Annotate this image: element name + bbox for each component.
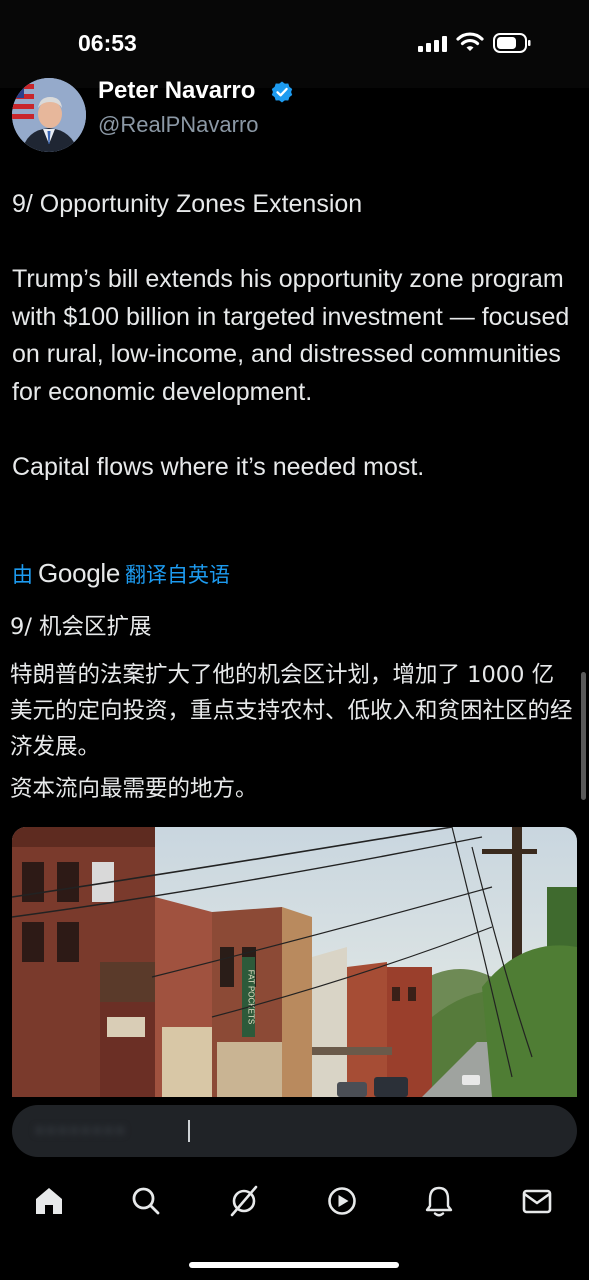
video-icon[interactable] (325, 1184, 359, 1218)
author-avatar[interactable] (12, 78, 86, 152)
post-text: 9/ Opportunity Zones Extension Trump’s b… (12, 186, 572, 486)
scroll-indicator[interactable] (581, 672, 586, 800)
text-caret (188, 1120, 190, 1142)
wifi-icon (456, 32, 484, 51)
battery-icon (493, 33, 531, 53)
home-icon[interactable] (32, 1184, 66, 1218)
google-logo: Google (38, 558, 121, 588)
reply-input[interactable]: ■■■■■■■■ (12, 1105, 577, 1157)
notifications-bell-icon[interactable] (422, 1184, 456, 1218)
messages-icon[interactable] (520, 1184, 554, 1218)
translated-title: 9/ 机会区扩展 (10, 614, 152, 640)
search-icon[interactable] (129, 1184, 163, 1218)
translated-text: 9/ 机会区扩展 特朗普的法案扩大了他的机会区计划，增加了 1000 亿美元的定… (10, 609, 575, 807)
status-time: 06:53 (78, 30, 137, 56)
home-indicator[interactable] (189, 1262, 399, 1268)
translation-suffix: 翻译自英语 (125, 563, 231, 587)
verified-badge-icon (271, 81, 293, 103)
translated-closing: 资本流向最需要的地方。 (10, 776, 258, 802)
post-author-header: Peter Navarro @RealPNavarro (0, 60, 589, 155)
translated-body: 特朗普的法案扩大了他的机会区计划，增加了 1000 亿美元的定向投资，重点支持农… (10, 662, 573, 760)
translation-notice[interactable]: 由 Google 翻译自英语 (12, 558, 230, 589)
post-body: Trump’s bill extends his opportunity zon… (12, 265, 570, 406)
grok-icon[interactable] (227, 1184, 261, 1218)
sign-text: FAT POCKETS (247, 970, 256, 1024)
post-closing: Capital flows where it’s needed most. (12, 452, 425, 481)
cellular-signal-icon (418, 36, 448, 52)
post-title: 9/ Opportunity Zones Extension (12, 190, 363, 218)
author-handle[interactable]: @RealPNavarro (98, 112, 259, 138)
post-media-image[interactable]: FAT POCKETS (12, 827, 577, 1097)
reply-placeholder: ■■■■■■■■ (34, 1120, 126, 1141)
translation-prefix: 由 (12, 563, 33, 587)
author-display-name[interactable]: Peter Navarro (98, 77, 255, 105)
